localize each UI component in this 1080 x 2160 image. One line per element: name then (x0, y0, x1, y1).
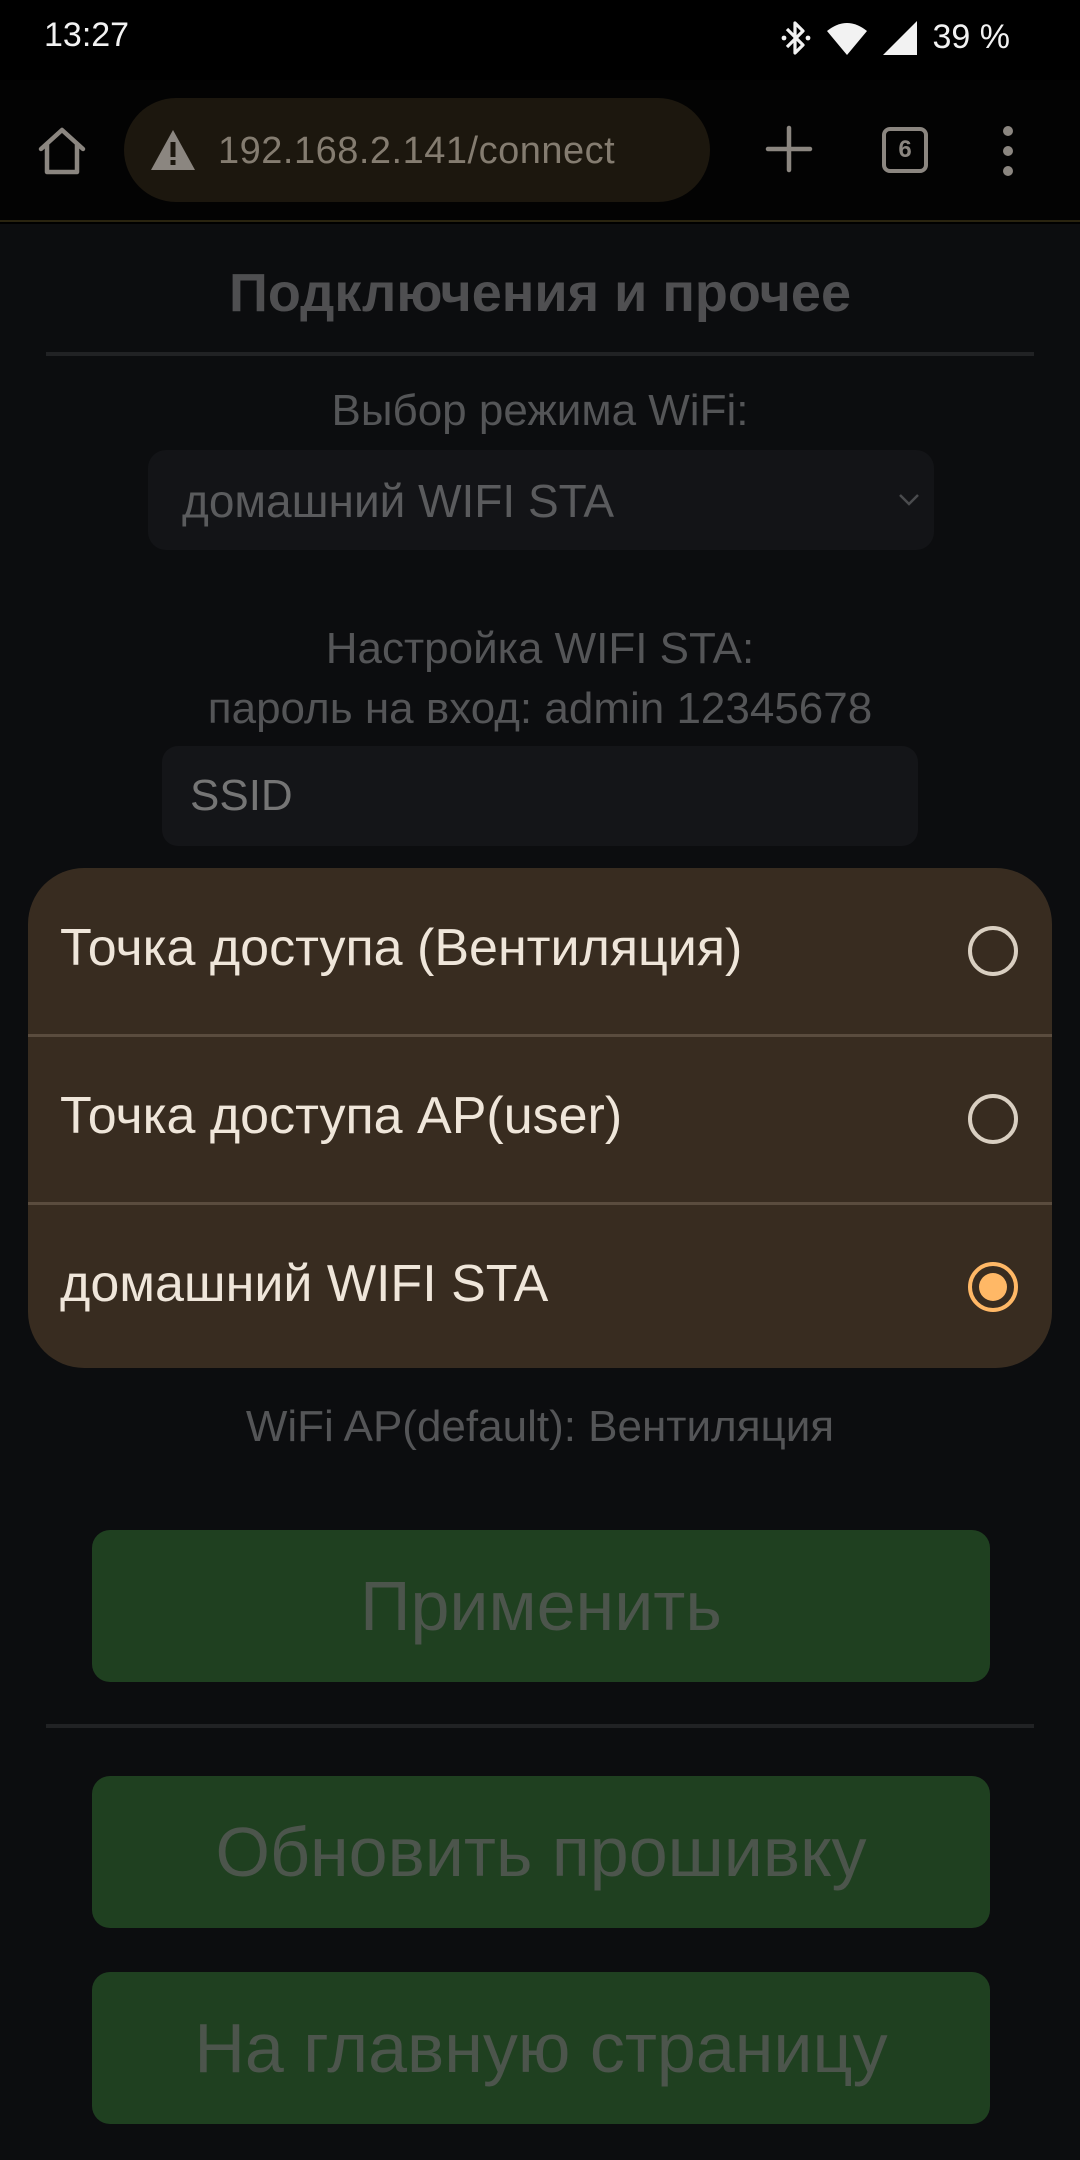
chevron-down-icon (899, 494, 919, 506)
wifi-mode-options-popup: Точка доступа (Вентиляция) Точка доступа… (28, 868, 1052, 1368)
update-firmware-button[interactable]: Обновить прошивку (92, 1776, 990, 1928)
signal-icon (882, 20, 917, 55)
tab-switcher-button[interactable]: 6 (882, 127, 928, 173)
option-access-point-ventilation[interactable]: Точка доступа (Вентиляция) (28, 868, 1052, 1034)
address-bar[interactable]: 192.168.2.141/connect (124, 98, 710, 202)
status-bar: 13:27 39 % (0, 0, 1080, 80)
status-icons: 39 % (781, 18, 1011, 57)
home-page-button[interactable]: На главную страницу (92, 1972, 990, 2124)
apply-button[interactable]: Применить (92, 1530, 990, 1682)
battery-percent: 39 % (932, 18, 1011, 56)
home-icon[interactable] (36, 125, 88, 177)
sta-settings-label: Настройка WIFI STA: (325, 624, 755, 673)
wifi-mode-select[interactable]: домашний WIFI STA (148, 450, 934, 550)
bluetooth-icon (781, 20, 810, 55)
url-text: 192.168.2.141/connect (218, 130, 616, 172)
radio-unselected[interactable] (968, 926, 1018, 976)
browser-toolbar: 192.168.2.141/connect 6 (0, 80, 1080, 222)
divider (46, 1724, 1034, 1728)
ssid-input[interactable] (162, 746, 918, 846)
page-title: Подключения и прочее (229, 263, 851, 323)
option-home-wifi-sta[interactable]: домашний WIFI STA (28, 1204, 1052, 1368)
login-info: пароль на вход: admin 12345678 (207, 684, 873, 733)
wifi-mode-label: Выбор режима WiFi: (331, 386, 749, 435)
radio-selected[interactable] (968, 1262, 1018, 1312)
status-time: 13:27 (44, 16, 130, 54)
radio-unselected[interactable] (968, 1094, 1018, 1144)
option-access-point-user[interactable]: Точка доступа AP(user) (28, 1036, 1052, 1202)
wifi-mode-selected-value: домашний WIFI STA (182, 475, 615, 527)
screen: 13:27 39 % 192.168.2.141/connect 6 Подкл… (0, 0, 1080, 2160)
option-label: домашний WIFI STA (60, 1255, 549, 1313)
option-label: Точка доступа AP(user) (60, 1087, 623, 1145)
wifi-icon (826, 22, 867, 55)
ap-default-info: WiFi AP(default): Вентиляция (245, 1402, 835, 1451)
not-secure-warning-icon[interactable] (150, 128, 196, 172)
new-tab-plus-icon[interactable] (764, 124, 814, 174)
option-label: Точка доступа (Вентиляция) (60, 919, 743, 977)
divider (46, 352, 1034, 356)
overflow-menu-icon[interactable] (996, 124, 1020, 178)
